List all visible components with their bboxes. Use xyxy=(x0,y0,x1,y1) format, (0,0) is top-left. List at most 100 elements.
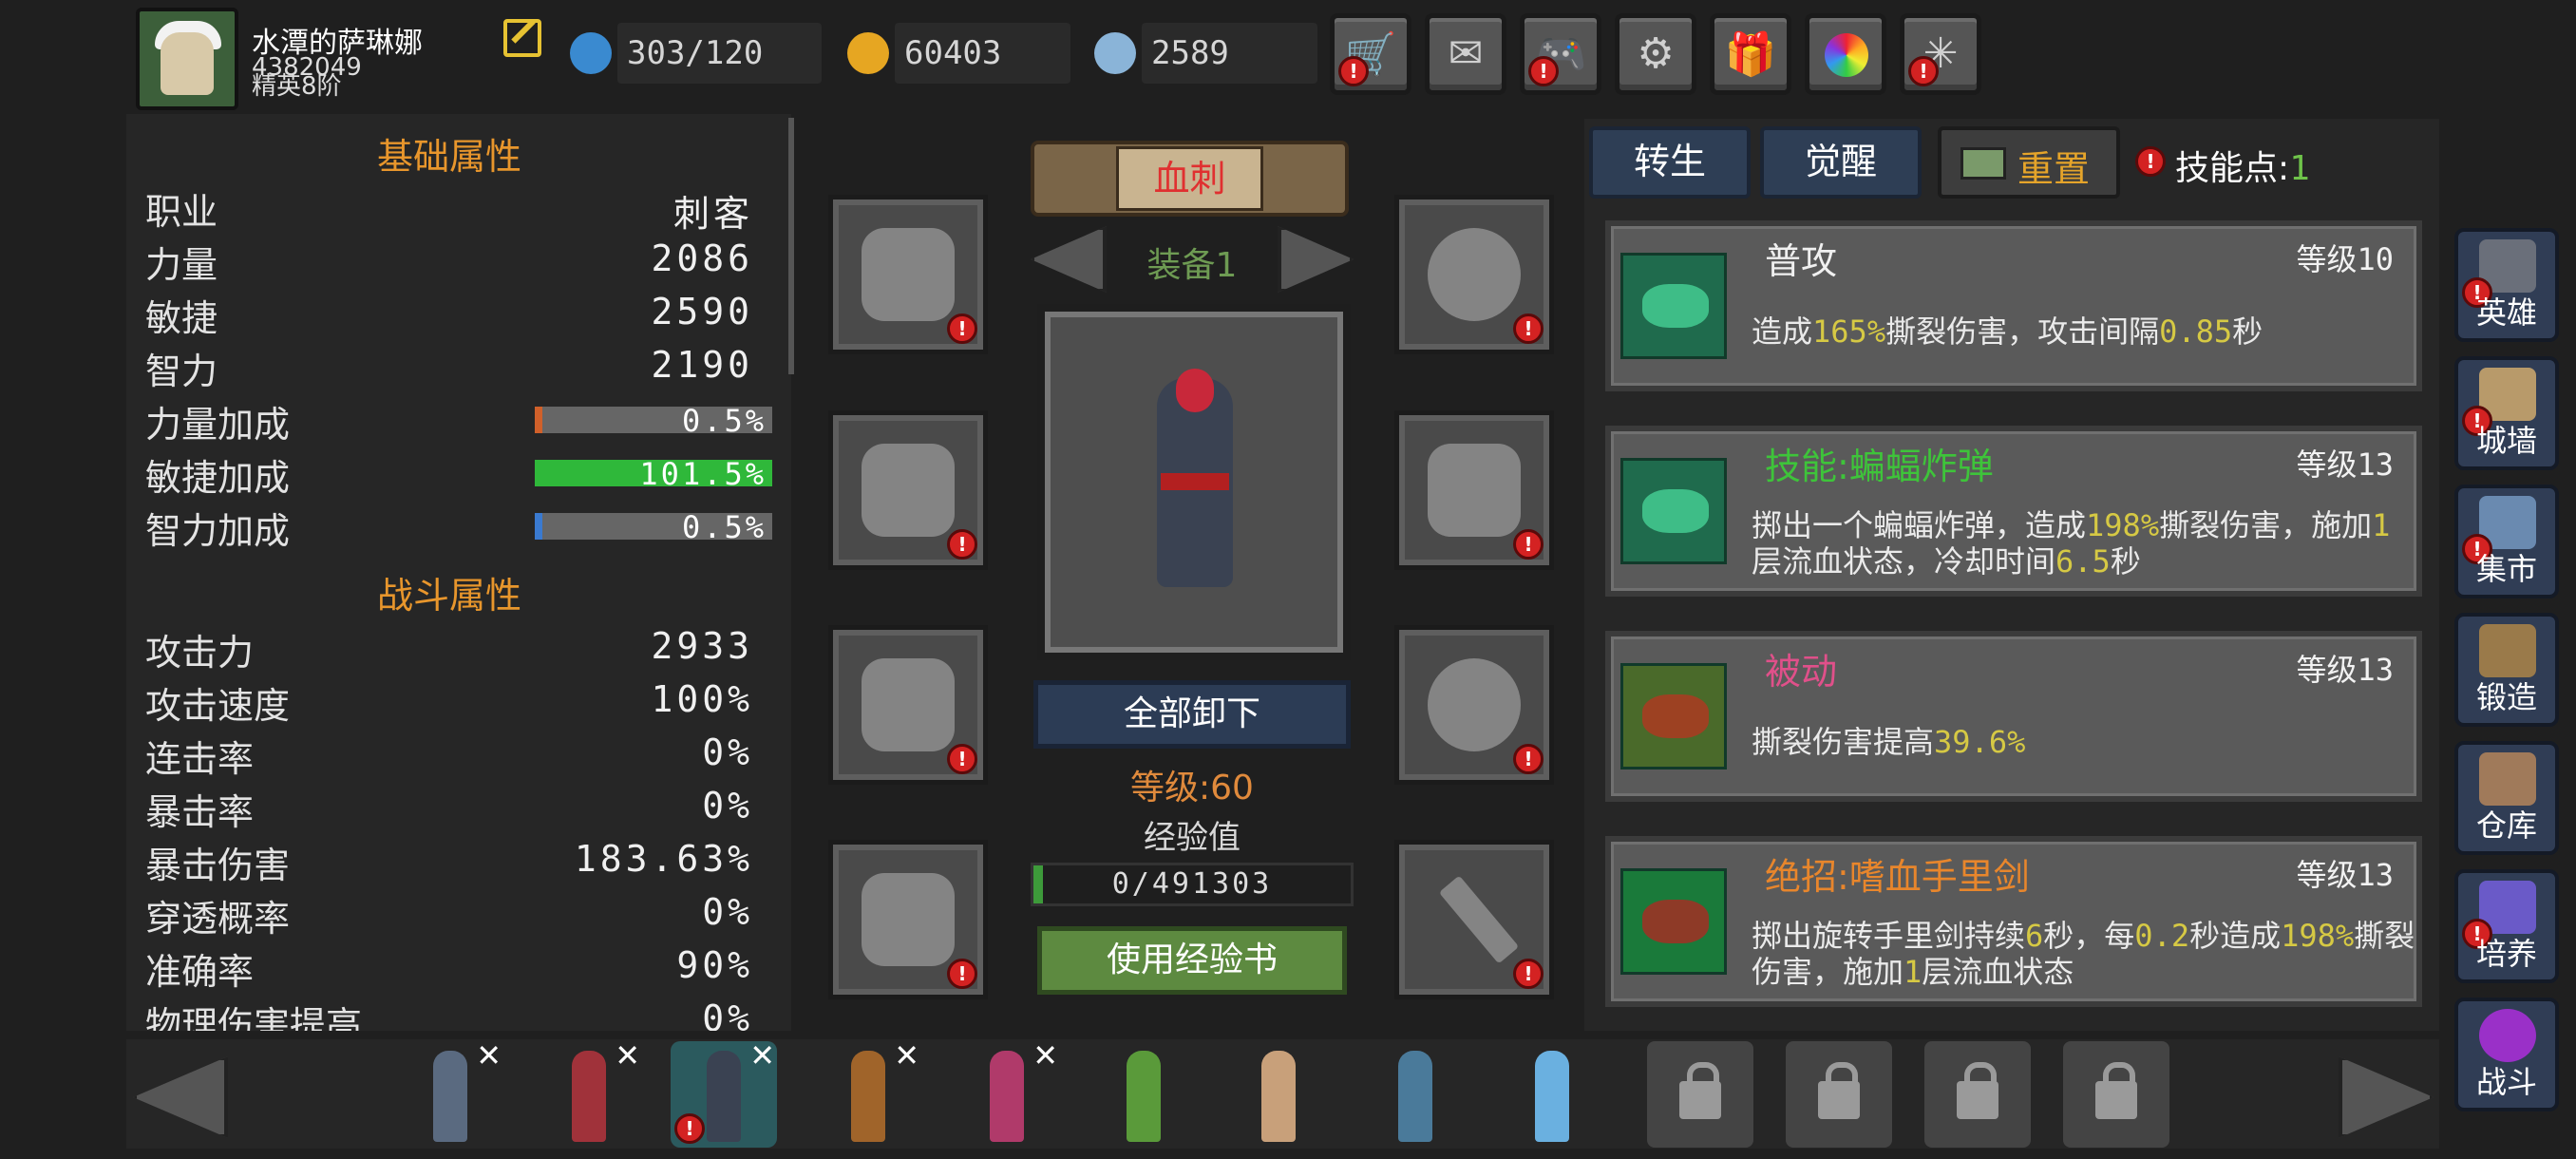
video-ad-icon xyxy=(1960,147,2006,180)
stat-value: 90% xyxy=(676,944,753,986)
lock-icon xyxy=(1818,1062,1860,1119)
stat-value: 183.63% xyxy=(574,838,753,880)
equip-slot-ring[interactable]: ! xyxy=(1394,625,1554,785)
hero-slot-selected[interactable]: ✕! xyxy=(671,1037,777,1148)
hero-ranger-icon xyxy=(1127,1051,1161,1142)
shop-button[interactable]: 🛒 ! xyxy=(1330,13,1411,95)
side-menu-hero[interactable]: ! 英雄 xyxy=(2454,228,2559,342)
tab-awaken[interactable]: 觉醒 xyxy=(1760,126,1922,199)
stat-row: 连击率 0% xyxy=(145,730,753,783)
stat-label: 准确率 xyxy=(145,951,255,993)
skill-card[interactable]: 被动 等级13 撕裂伤害提高39.6% xyxy=(1605,631,2422,802)
lock-icon xyxy=(1957,1062,1998,1119)
stat-row: 职业 刺客 xyxy=(145,182,753,236)
equip-slot-armor[interactable]: ! xyxy=(828,410,988,570)
gold-value: 60403 xyxy=(895,23,1070,84)
close-icon: ✕ xyxy=(615,1037,640,1074)
alert-badge: ! xyxy=(1513,744,1544,774)
alert-badge: ! xyxy=(1338,56,1369,86)
skill-level: 等级10 xyxy=(2296,236,2394,279)
skill-points: 技能点:1 xyxy=(2175,141,2310,190)
stat-label: 力量 xyxy=(145,244,218,286)
lock-icon xyxy=(2095,1062,2137,1119)
stamina-value: 303/120 xyxy=(617,23,822,84)
reset-button[interactable]: 重置 xyxy=(1938,126,2120,199)
equip-slot-helmet[interactable]: ! xyxy=(828,195,988,354)
equip-slot-boots[interactable]: ! xyxy=(828,840,988,999)
bonus-bar-fill xyxy=(535,513,542,540)
hero-slot[interactable]: ✕ xyxy=(397,1037,503,1148)
skill-card[interactable]: 技能:蝙蝠炸弹 等级13 掷出一个蝙蝠炸弹，造成198%撕裂伤害，施加1 层流血状… xyxy=(1605,426,2422,597)
side-menu-wall[interactable]: ! 城墙 xyxy=(2454,356,2559,470)
lock-icon xyxy=(1679,1062,1721,1119)
desc-highlight: 6 xyxy=(2025,918,2044,954)
exp-label: 经验值 xyxy=(1144,819,1241,857)
skill-card[interactable]: 普攻 等级10 造成165%撕裂伤害，攻击间隔0.85秒 xyxy=(1605,220,2422,391)
hero-level: 等级:60 xyxy=(1130,769,1254,808)
fireworks-button[interactable]: ✳ ! xyxy=(1900,13,1981,95)
prev-set-arrow[interactable] xyxy=(1031,226,1107,293)
hero-slot-locked[interactable] xyxy=(1647,1041,1753,1148)
armor-icon xyxy=(862,444,955,537)
stat-row: 攻击速度 100% xyxy=(145,676,753,730)
hero-slot-locked[interactable] xyxy=(1924,1041,2031,1148)
unequip-all-button[interactable]: 全部卸下 xyxy=(1033,680,1351,749)
side-menu-warehouse[interactable]: 仓库 xyxy=(2454,741,2559,855)
color-wheel-button[interactable] xyxy=(1805,13,1886,95)
skill-description: 撕裂伤害提高39.6% xyxy=(1752,724,2416,760)
equip-slot-pants[interactable]: ! xyxy=(828,625,988,785)
boots-icon xyxy=(862,873,955,966)
hero-slot[interactable]: ✕ xyxy=(536,1037,642,1148)
skill-level-label: 等级 xyxy=(2296,241,2358,277)
next-set-arrow[interactable] xyxy=(1278,226,1354,293)
desc-text: 撕裂伤害，攻击间隔 xyxy=(1885,314,2160,350)
envelope-icon: ✉ xyxy=(1448,29,1484,78)
stat-label: 攻击速度 xyxy=(145,685,291,727)
skill-points-label: 技能点: xyxy=(2175,149,2290,188)
desc-highlight: 0.85 xyxy=(2159,314,2233,350)
stats-panel[interactable]: 基础属性 职业 刺客 力量 2086 敏捷 2590 智力 2190 力量加成 0.5%… xyxy=(126,114,791,1031)
hero-slot[interactable]: ✕ xyxy=(815,1037,921,1148)
hero-slot-locked[interactable] xyxy=(2063,1041,2169,1148)
hero-figure xyxy=(1157,369,1233,587)
exp-progress-bar: 0/491303 xyxy=(1031,863,1354,906)
hero-slot[interactable]: ✕ xyxy=(954,1037,1060,1148)
side-menu-battle[interactable]: 战斗 xyxy=(2454,998,2559,1112)
stat-row: 穿透概率 0% xyxy=(145,889,753,942)
use-exp-book-button[interactable]: 使用经验书 xyxy=(1037,926,1347,995)
tab-rebirth[interactable]: 转生 xyxy=(1589,126,1751,199)
side-menu-label: 英雄 xyxy=(2475,294,2537,331)
stat-label: 暴击伤害 xyxy=(145,845,291,886)
equip-slot-necklace[interactable]: ! xyxy=(1394,195,1554,354)
hero-slot[interactable] xyxy=(1362,1041,1468,1148)
desc-text: 掷出一个蝙蝠炸弹，造成 xyxy=(1752,507,2087,543)
stats-scrollbar[interactable] xyxy=(788,118,794,374)
hero-slot[interactable] xyxy=(1225,1041,1332,1148)
skill-description: 造成165%撕裂伤害，攻击间隔0.85秒 xyxy=(1752,314,2416,350)
reset-label: 重置 xyxy=(2017,148,2091,190)
settings-button[interactable]: ⚙ xyxy=(1615,13,1696,95)
player-avatar[interactable] xyxy=(136,8,238,110)
stat-label: 力量加成 xyxy=(145,404,291,446)
skill-card[interactable]: 绝招:嗜血手里剑 等级13 掷出旋转手里剑持续6秒，每0.2秒造成198%撕裂伤… xyxy=(1605,836,2422,1007)
side-menu-forge[interactable]: 锻造 xyxy=(2454,613,2559,727)
hero-slot[interactable] xyxy=(1090,1041,1197,1148)
hero-archer-icon xyxy=(851,1051,885,1142)
hero-slot[interactable] xyxy=(1499,1041,1605,1148)
stat-value: 0% xyxy=(702,785,753,826)
equip-slot-gloves[interactable]: ! xyxy=(1394,410,1554,570)
equip-slot-weapon[interactable]: ! xyxy=(1394,840,1554,999)
side-menu-train[interactable]: ! 培养 xyxy=(2454,869,2559,983)
side-menu-market[interactable]: ! 集市 xyxy=(2454,484,2559,598)
stat-row: 敏捷 2590 xyxy=(145,289,753,342)
gamepad-button[interactable]: 🎮 ! xyxy=(1520,13,1601,95)
skill-level-label: 等级 xyxy=(2296,652,2358,688)
stat-value: 0% xyxy=(702,891,753,933)
hero-slot-locked[interactable] xyxy=(1786,1041,1892,1148)
edit-name-icon[interactable] xyxy=(503,19,541,57)
gift-button[interactable]: 🎁 xyxy=(1710,13,1791,95)
desc-highlight: 165% xyxy=(1812,314,1886,350)
hero-portrait xyxy=(1037,304,1351,660)
exp-value: 0/491303 xyxy=(1111,867,1273,901)
mail-button[interactable]: ✉ xyxy=(1425,13,1506,95)
